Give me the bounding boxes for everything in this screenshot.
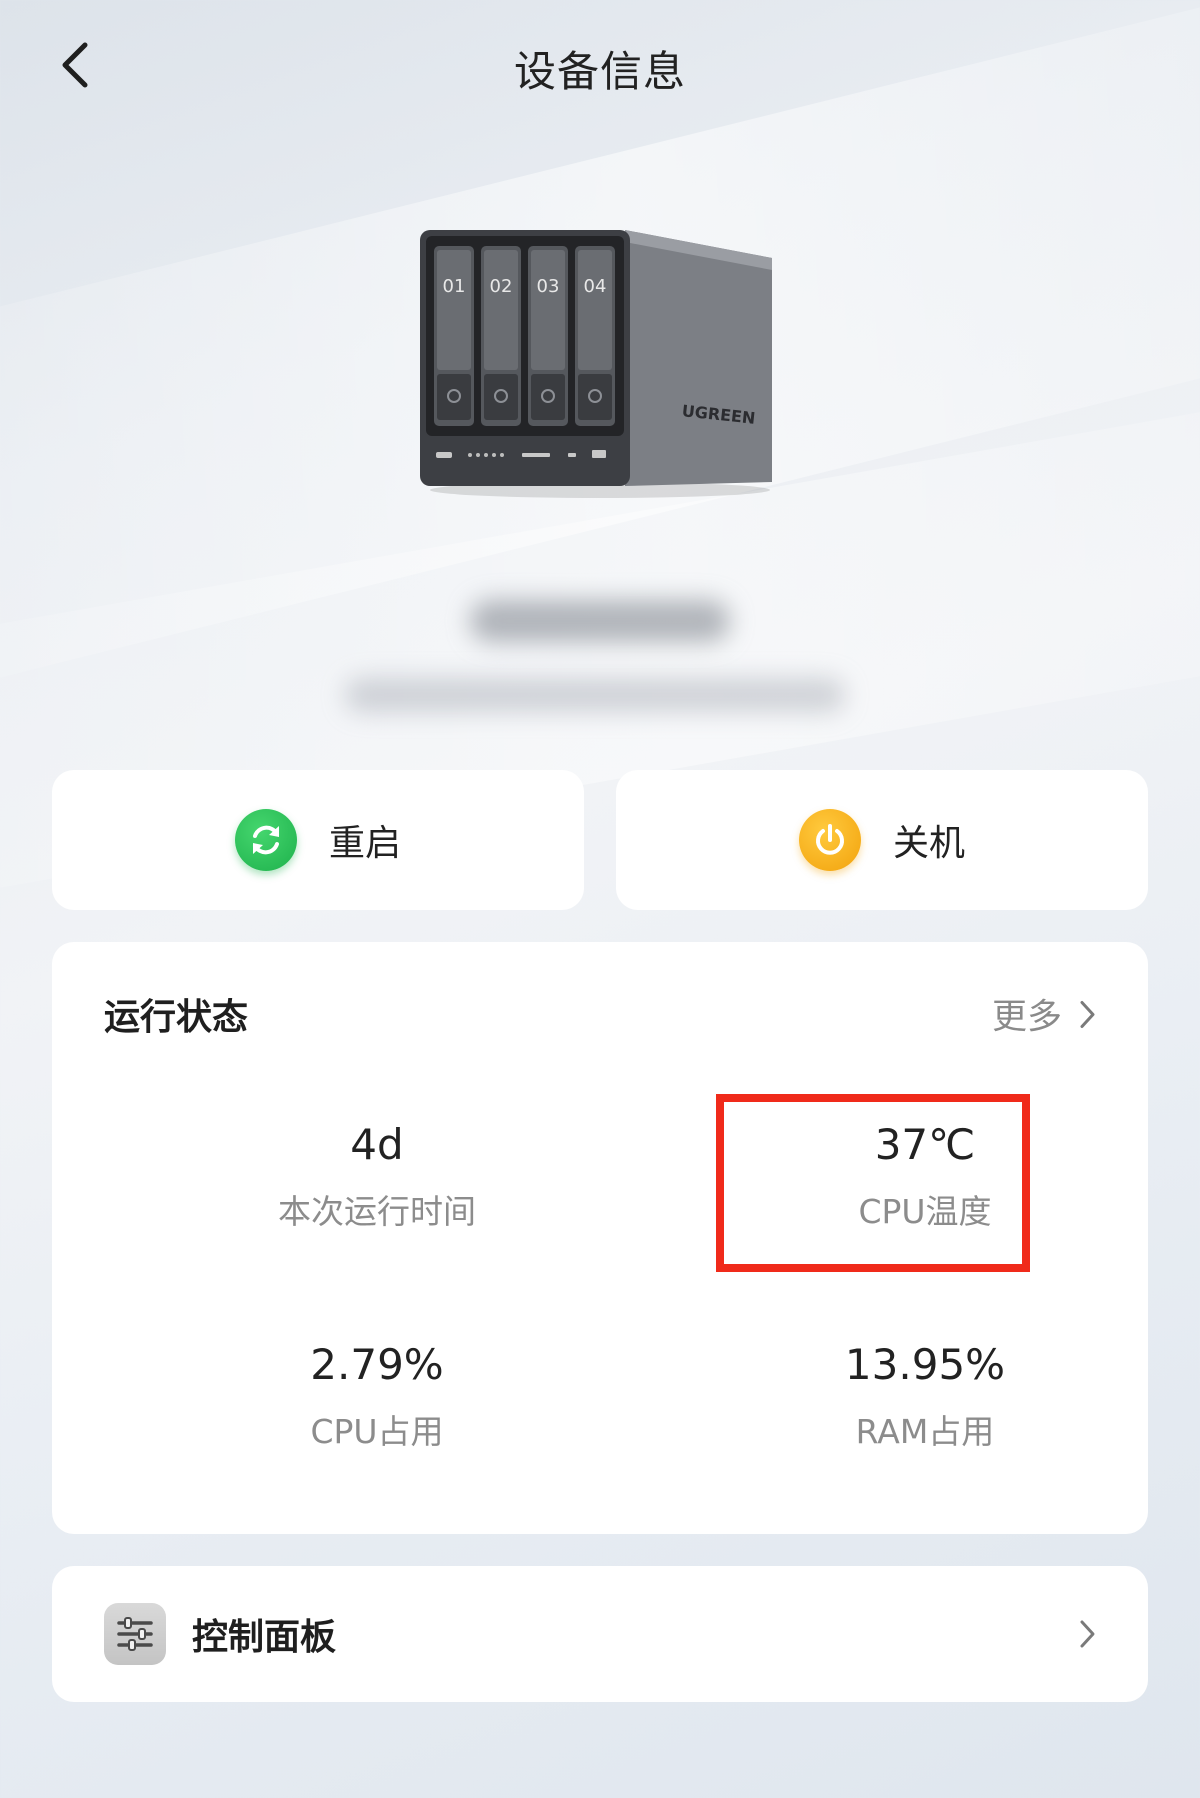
bay-label: 03 (537, 276, 560, 297)
cpu-temp-stat: 37℃ CPU温度 (725, 1120, 1125, 1232)
bay-label: 04 (584, 276, 607, 297)
cpu-usage-stat: 2.79% CPU占用 (177, 1340, 577, 1452)
chevron-right-icon (1080, 1620, 1095, 1648)
restart-label: 重启 (328, 823, 401, 864)
ram-usage-stat: 13.95% RAM占用 (725, 1340, 1125, 1452)
cpu-temp-value: 37℃ (874, 1120, 976, 1169)
status-title: 运行状态 (104, 997, 249, 1038)
shutdown-label: 关机 (892, 823, 965, 864)
cpu-usage-value: 2.79% (310, 1340, 444, 1389)
cpu-temp-label: CPU温度 (858, 1192, 992, 1231)
restart-button[interactable]: 重启 (52, 770, 584, 910)
shutdown-button[interactable]: 关机 (616, 770, 1148, 910)
power-icon (798, 809, 861, 871)
uptime-value: 4d (350, 1120, 404, 1169)
device-info-redacted (345, 678, 845, 712)
more-label: 更多 (991, 997, 1062, 1038)
page-title: 设备信息 (513, 47, 686, 96)
bay-label: 01 (443, 276, 466, 297)
control-panel-label: 控制面板 (192, 1617, 337, 1658)
bay-label: 02 (490, 276, 513, 297)
ram-usage-value: 13.95% (844, 1340, 1006, 1389)
refresh-icon (234, 809, 297, 871)
nas-device-image: 01 02 03 04 UGREEN (420, 230, 772, 498)
uptime-stat: 4d 本次运行时间 (177, 1120, 577, 1232)
chevron-right-icon (1080, 1000, 1095, 1028)
uptime-label: 本次运行时间 (278, 1192, 476, 1231)
control-panel-row[interactable]: 控制面板 (52, 1566, 1148, 1702)
more-link[interactable]: 更多 (992, 989, 1096, 1040)
device-name-redacted (470, 600, 730, 642)
sliders-icon (104, 1603, 166, 1665)
ram-usage-label: RAM占用 (855, 1412, 995, 1451)
running-status-card: 运行状态 更多 4d 本次运行时间 37℃ CPU温度 2.79% CPU占用 … (52, 942, 1148, 1534)
cpu-usage-label: CPU占用 (310, 1412, 444, 1451)
